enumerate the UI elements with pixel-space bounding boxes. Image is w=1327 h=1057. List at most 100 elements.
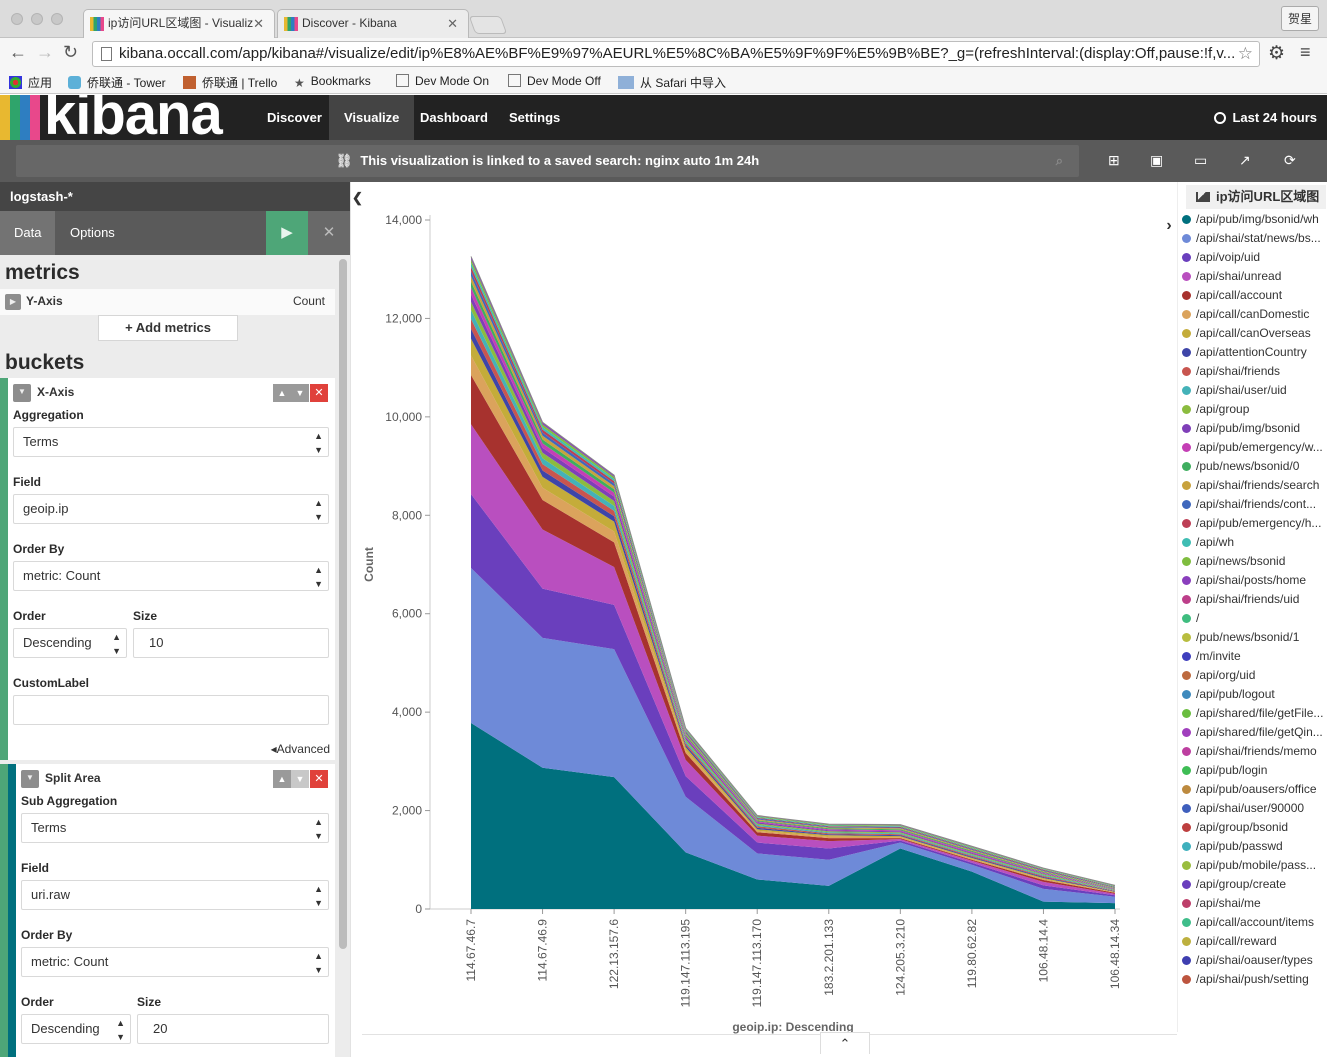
order-select[interactable]: Descending ▲ ▼ <box>21 1014 131 1044</box>
extension-gear-icon[interactable]: ⚙ <box>1268 42 1285 65</box>
legend-item[interactable]: /api/shai/friends/memo <box>1182 742 1327 761</box>
legend-item[interactable]: /api/shai/stat/news/bs... <box>1182 229 1327 248</box>
legend-item[interactable]: /api/pub/mobile/pass... <box>1182 856 1327 875</box>
legend-item[interactable]: /api/call/account/items <box>1182 913 1327 932</box>
bookmark-dev-mode-on[interactable]: Dev Mode On <box>396 74 489 88</box>
size-input[interactable]: 10 <box>133 628 329 658</box>
collapse-caret-icon[interactable]: ▼ <box>21 770 39 788</box>
advanced-toggle[interactable]: ◂Advanced <box>271 742 330 756</box>
bookmark-bookmarks[interactable]: ★ Bookmarks <box>294 74 371 90</box>
legend-item[interactable]: /api/call/canOverseas <box>1182 324 1327 343</box>
legend-item[interactable]: /api/pub/login <box>1182 761 1327 780</box>
legend-item[interactable]: /api/pub/oausers/office <box>1182 780 1327 799</box>
collapse-caret-icon[interactable]: ▼ <box>13 384 31 402</box>
move-up-icon[interactable]: ▲ <box>273 384 291 402</box>
new-tab-button[interactable] <box>468 16 508 34</box>
bookmark-star-icon[interactable]: ☆ <box>1238 42 1253 66</box>
legend-item[interactable]: /api/call/canDomestic <box>1182 305 1327 324</box>
remove-bucket-icon[interactable]: ✕ <box>310 384 328 402</box>
spy-panel-toggle[interactable]: ⌃ <box>820 1032 870 1054</box>
legend-item[interactable]: /api/call/account <box>1182 286 1327 305</box>
open-folder-icon[interactable]: ▭ <box>1194 152 1208 168</box>
nav-discover[interactable]: Discover <box>252 95 337 140</box>
legend-item[interactable]: /api/group/create <box>1182 875 1327 894</box>
legend-item[interactable]: /api/shai/unread <box>1182 267 1327 286</box>
legend-item[interactable]: /api/pub/logout <box>1182 685 1327 704</box>
sidebar-scrollbar[interactable] <box>339 259 347 949</box>
move-up-icon[interactable]: ▲ <box>273 770 291 788</box>
legend-item[interactable]: /api/org/uid <box>1182 666 1327 685</box>
field-select[interactable]: uri.raw ▲ ▼ <box>21 880 329 910</box>
save-icon[interactable]: ▣ <box>1150 152 1164 168</box>
legend-item[interactable]: /api/call/reward <box>1182 932 1327 951</box>
bookmark-safari-import[interactable]: 从 Safari 中导入 <box>618 74 726 91</box>
legend-item[interactable]: /api/shai/friends/uid <box>1182 590 1327 609</box>
order-by-select[interactable]: metric: Count ▲ ▼ <box>13 561 329 591</box>
legend-item[interactable]: /api/news/bsonid <box>1182 552 1327 571</box>
legend-item[interactable]: /api/shared/file/getFile... <box>1182 704 1327 723</box>
tab-options[interactable]: Options <box>56 211 129 255</box>
kibana-logo[interactable]: kibana <box>0 95 236 140</box>
field-select[interactable]: geoip.ip ▲ ▼ <box>13 494 329 524</box>
nav-dashboard[interactable]: Dashboard <box>405 95 503 140</box>
nav-settings[interactable]: Settings <box>494 95 575 140</box>
apply-changes-button[interactable]: ▶ <box>266 211 308 255</box>
legend-item[interactable]: /api/group/bsonid <box>1182 818 1327 837</box>
legend-item[interactable]: /api/group <box>1182 400 1327 419</box>
new-visualization-icon[interactable]: ⊞ <box>1108 152 1122 168</box>
reload-icon[interactable]: ↻ <box>63 42 78 63</box>
legend-item[interactable]: /api/pub/passwd <box>1182 837 1327 856</box>
window-close-button[interactable] <box>11 13 23 25</box>
legend-item[interactable]: /api/wh <box>1182 533 1327 552</box>
profile-button[interactable]: 贺星 <box>1280 6 1319 31</box>
legend-item[interactable]: /api/pub/img/bsonid <box>1182 419 1327 438</box>
close-tab-icon[interactable]: ✕ <box>253 10 264 37</box>
browser-tab-discover[interactable]: Discover - Kibana ✕ <box>277 9 469 38</box>
legend-item[interactable]: /api/shai/user/uid <box>1182 381 1327 400</box>
move-down-icon[interactable]: ▼ <box>291 384 309 402</box>
sub-aggregation-select[interactable]: Terms ▲ ▼ <box>21 813 329 843</box>
refresh-icon[interactable]: ⟳ <box>1284 152 1298 168</box>
window-minimize-button[interactable] <box>31 13 43 25</box>
order-by-select[interactable]: metric: Count ▲ ▼ <box>21 947 329 977</box>
legend-item[interactable]: /pub/news/bsonid/1 <box>1182 628 1327 647</box>
tab-data[interactable]: Data <box>0 211 56 255</box>
forward-arrow-icon[interactable]: → <box>36 42 54 63</box>
remove-bucket-icon[interactable]: ✕ <box>310 770 328 788</box>
close-tab-icon[interactable]: ✕ <box>447 10 458 37</box>
add-metrics-button[interactable]: + Add metrics <box>98 315 238 341</box>
move-down-icon[interactable]: ▼ <box>291 770 309 788</box>
legend-item[interactable]: /api/shai/user/90000 <box>1182 799 1327 818</box>
time-picker[interactable]: Last 24 hours <box>1214 95 1317 140</box>
legend-item[interactable]: /api/shai/push/setting <box>1182 970 1327 989</box>
legend-item[interactable]: /api/shared/file/getQin... <box>1182 723 1327 742</box>
nav-visualize[interactable]: Visualize <box>329 95 415 140</box>
legend-item[interactable]: /api/shai/friends/search <box>1182 476 1327 495</box>
legend-item[interactable]: /api/shai/friends/cont... <box>1182 495 1327 514</box>
search-icon[interactable]: ⌕ <box>1056 145 1063 177</box>
share-icon[interactable]: ↗ <box>1239 152 1253 168</box>
legend-toggle-icon[interactable]: › <box>1160 212 1178 240</box>
legend-item[interactable]: /api/shai/friends <box>1182 362 1327 381</box>
legend-item[interactable]: / <box>1182 609 1327 628</box>
legend-item[interactable]: /api/pub/emergency/w... <box>1182 438 1327 457</box>
bookmark-apps[interactable]: 应用 <box>9 74 52 91</box>
size-input[interactable]: 20 <box>137 1014 329 1044</box>
bookmark-trello[interactable]: 侨联通 | Trello <box>183 74 277 91</box>
discard-changes-button[interactable]: ✕ <box>308 211 350 255</box>
legend-item[interactable]: /api/shai/me <box>1182 894 1327 913</box>
metric-y-axis-row[interactable]: ▶ Y-Axis Count <box>0 289 335 315</box>
expand-caret-icon[interactable]: ▶ <box>5 294 21 310</box>
back-arrow-icon[interactable]: ← <box>9 42 27 63</box>
legend-item[interactable]: /api/attentionCountry <box>1182 343 1327 362</box>
bookmark-tower[interactable]: 侨联通 - Tower <box>68 74 166 91</box>
custom-label-input[interactable] <box>13 695 329 725</box>
address-bar[interactable]: kibana.occall.com/app/kibana#/visualize/… <box>92 41 1260 67</box>
aggregation-select[interactable]: Terms ▲ ▼ <box>13 427 329 457</box>
bookmark-dev-mode-off[interactable]: Dev Mode Off <box>508 74 601 88</box>
browser-tab-visualize[interactable]: ip访问URL区域图 - Visualiz ✕ <box>83 9 275 38</box>
legend-item[interactable]: /m/invite <box>1182 647 1327 666</box>
legend-item[interactable]: /api/pub/emergency/h... <box>1182 514 1327 533</box>
legend-item[interactable]: /api/shai/oauser/types <box>1182 951 1327 970</box>
legend-item[interactable]: /api/pub/img/bsonid/wh <box>1182 210 1327 229</box>
